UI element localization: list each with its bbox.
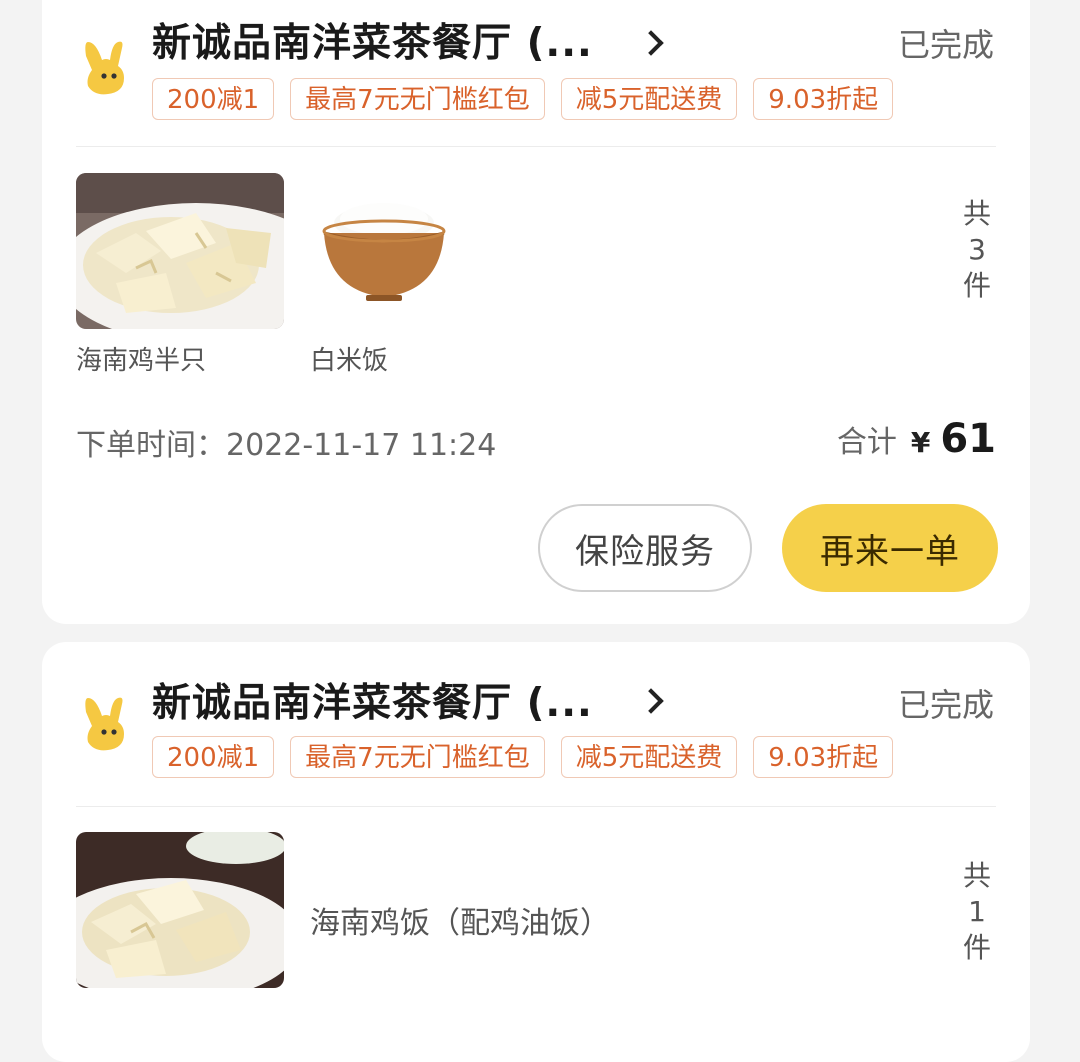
item-name: 海南鸡饭（配鸡油饭） [310, 906, 610, 941]
order-total: 合计 ¥ 61 [837, 416, 996, 462]
order-card[interactable]: 新诚品南洋菜茶餐厅 (... 已完成 200减1 最高7元无门槛红包 减5元配送… [42, 0, 1030, 624]
total-amount: 61 [940, 416, 996, 462]
order-status: 已完成 [897, 686, 994, 724]
promo-tag: 9.03折起 [753, 78, 894, 120]
item-name: 白米饭 [310, 346, 389, 376]
item-image-chicken[interactable] [76, 173, 284, 329]
item-count: 共 1 件 [962, 859, 991, 964]
total-label: 合计 [836, 425, 897, 460]
promo-tag: 200减1 [152, 78, 275, 120]
promo-tag: 200减1 [152, 736, 275, 778]
insurance-service-button[interactable]: 保险服务 [538, 504, 752, 592]
order-time-value: 2022-11-17 11:24 [226, 428, 497, 463]
promo-tags: 200减1 最高7元无门槛红包 减5元配送费 9.03折起 [152, 78, 894, 120]
item-image-chicken-rice[interactable] [76, 832, 284, 988]
promo-tag: 9.03折起 [753, 736, 894, 778]
order-time-label: 下单时间： [76, 428, 226, 463]
promo-tag: 减5元配送费 [560, 78, 738, 120]
promo-tag: 最高7元无门槛红包 [290, 78, 545, 120]
promo-tags: 200减1 最高7元无门槛红包 减5元配送费 9.03折起 [152, 736, 894, 778]
chevron-right-icon[interactable] [638, 688, 664, 714]
shop-name-link[interactable]: 新诚品南洋菜茶餐厅 (... [152, 12, 593, 68]
order-card[interactable]: 新诚品南洋菜茶餐厅 (... 已完成 200减1 最高7元无门槛红包 减5元配送… [42, 642, 1030, 1062]
order-status: 已完成 [897, 26, 994, 64]
item-count: 共 3 件 [962, 197, 991, 302]
order-time: 下单时间：2022-11-17 11:24 [76, 420, 496, 464]
divider [76, 806, 996, 807]
currency-symbol: ¥ [910, 426, 931, 459]
item-image-rice[interactable] [308, 173, 516, 329]
promo-tag: 减5元配送费 [560, 736, 738, 778]
chevron-right-icon[interactable] [638, 30, 664, 56]
reorder-button[interactable]: 再来一单 [782, 504, 998, 592]
item-name: 海南鸡半只 [76, 346, 207, 376]
shop-logo-icon [80, 694, 130, 752]
promo-tag: 最高7元无门槛红包 [290, 736, 545, 778]
shop-logo-icon [80, 38, 130, 96]
divider [76, 146, 996, 147]
shop-name-link[interactable]: 新诚品南洋菜茶餐厅 (... [152, 672, 593, 728]
